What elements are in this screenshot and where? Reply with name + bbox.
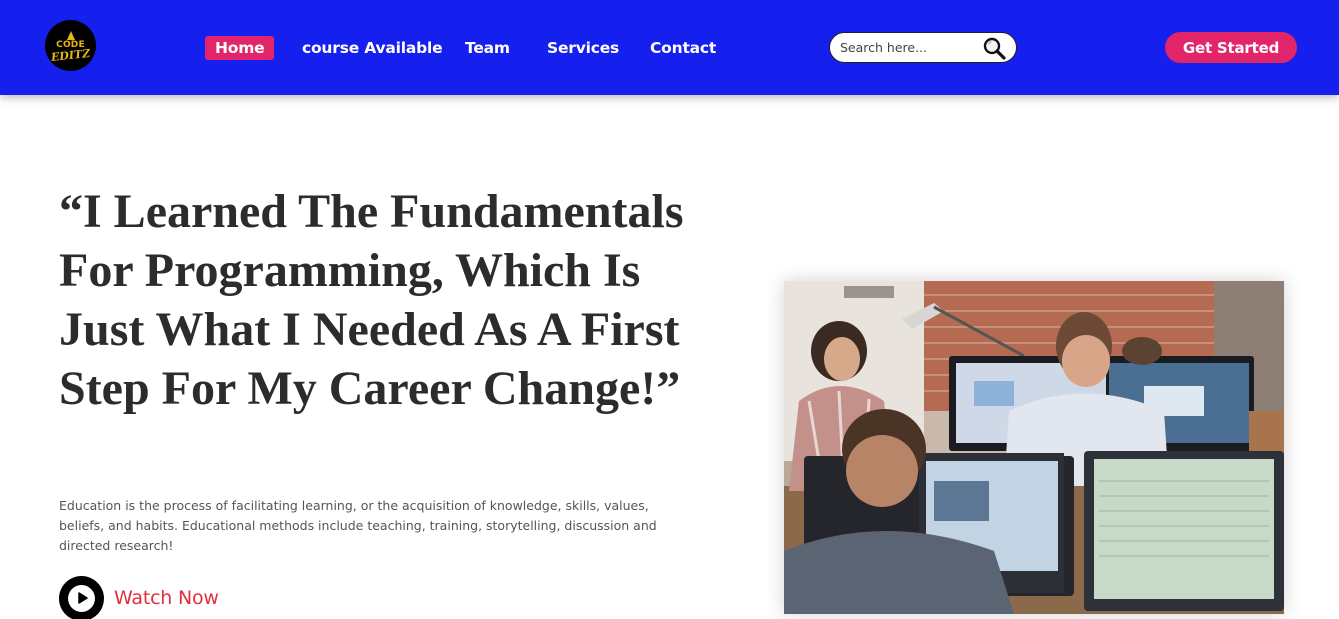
hero-quote: “I Learned The Fundamentals For Programm… [59, 185, 684, 415]
play-button[interactable] [59, 575, 104, 619]
hero-description: Education is the process of facilitating… [59, 498, 657, 553]
nav-item-home[interactable]: Home [205, 36, 275, 60]
play-icon [77, 592, 88, 604]
watch-now-label[interactable]: Watch Now [114, 587, 219, 609]
search-box [829, 32, 1017, 63]
office-photo [784, 281, 1284, 614]
nav-item-course-available[interactable]: course Available [302, 36, 443, 60]
watch-now-link[interactable]: Watch Now [59, 575, 219, 619]
search-input[interactable] [840, 36, 980, 59]
site-header: CODE EDITZ Home course Available Team Se… [0, 0, 1339, 95]
brand-logo[interactable]: CODE EDITZ [45, 20, 96, 71]
nav-item-contact[interactable]: Contact [650, 36, 716, 60]
logo-mark-icon [66, 30, 75, 40]
logo-text-bottom: EDITZ [50, 46, 91, 64]
nav-item-team[interactable]: Team [465, 36, 510, 60]
search-icon[interactable] [982, 36, 1006, 60]
nav-item-services[interactable]: Services [547, 36, 619, 60]
get-started-button[interactable]: Get Started [1165, 32, 1297, 63]
